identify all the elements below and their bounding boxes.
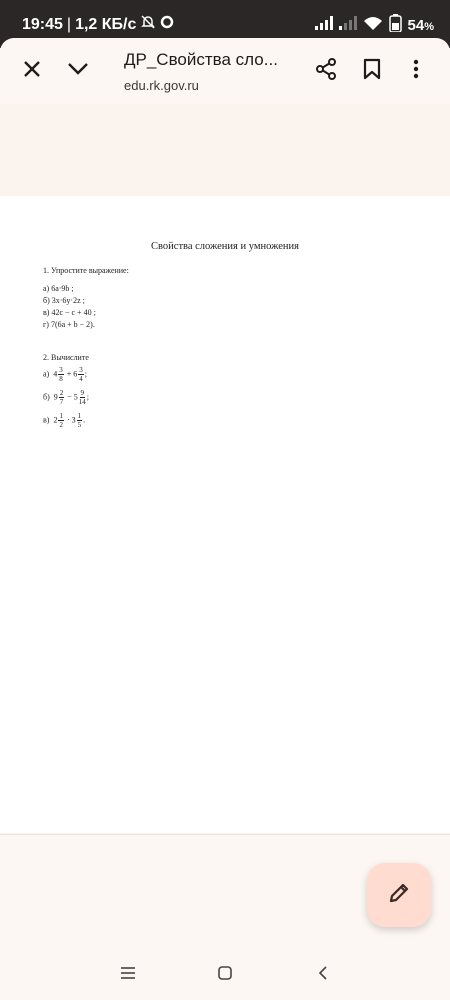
status-right: 54%	[314, 14, 434, 36]
status-speed: 1,2 КБ/с	[75, 15, 137, 33]
back-icon	[318, 965, 328, 985]
fraction-item: б) 927 − 5 9 14;	[43, 389, 89, 406]
status-time: 19:45	[22, 15, 63, 33]
signal-icon	[314, 16, 333, 34]
more-vert-icon	[413, 59, 419, 84]
status-left: 19:45 | 1,2 КБ/с	[22, 14, 174, 35]
home-icon	[218, 965, 232, 985]
exercise-item: а) 6а·9b ;	[43, 284, 74, 293]
sync-icon	[160, 15, 174, 34]
expand-button[interactable]	[60, 53, 96, 89]
exercise-item: в) 42с − с + 40 ;	[43, 308, 96, 317]
battery-icon	[388, 14, 402, 36]
close-button[interactable]	[14, 53, 50, 89]
document-page: Свойства сложения и умножения 1. Упрости…	[0, 196, 450, 833]
section2-title: 2. Вычислите	[43, 353, 89, 362]
battery-level: 54%	[407, 16, 434, 34]
page-title: ДР_Свойства сло...	[124, 50, 278, 69]
share-button[interactable]	[308, 53, 344, 89]
back-button[interactable]	[308, 960, 338, 990]
bookmark-icon	[363, 58, 381, 85]
bookmark-button[interactable]	[354, 53, 390, 89]
mute-bell-icon	[140, 14, 156, 35]
document-viewer[interactable]: Свойства сложения и умножения 1. Упрости…	[0, 104, 450, 834]
close-icon	[22, 59, 42, 84]
home-button[interactable]	[210, 960, 240, 990]
recent-apps-button[interactable]	[113, 960, 143, 990]
app-toolbar: ДР_Свойства сло... edu.rk.gov.ru	[0, 38, 450, 105]
wifi-icon	[363, 16, 383, 35]
page-url: edu.rk.gov.ru	[124, 78, 199, 93]
exercise-item: б) 3х·6у·2z ;	[43, 296, 85, 305]
fraction-item: а) 438 + 6 3 4;	[43, 366, 87, 383]
edit-button[interactable]	[367, 863, 431, 927]
status-separator: |	[66, 15, 72, 33]
chevron-down-icon	[67, 62, 89, 81]
section1-title: 1. Упростите выражение:	[43, 266, 129, 275]
menu-icon	[120, 966, 136, 984]
fraction-item: в) 212 · 315.	[43, 412, 86, 429]
system-nav-bar	[0, 950, 450, 1000]
exercise-item: г) 7(6а + b − 2).	[43, 320, 95, 329]
edit-pencil-icon	[387, 881, 411, 910]
signal-icon	[338, 16, 357, 34]
share-icon	[315, 57, 337, 85]
more-button[interactable]	[398, 53, 434, 89]
document-heading: Свойства сложения и умножения	[151, 241, 299, 252]
